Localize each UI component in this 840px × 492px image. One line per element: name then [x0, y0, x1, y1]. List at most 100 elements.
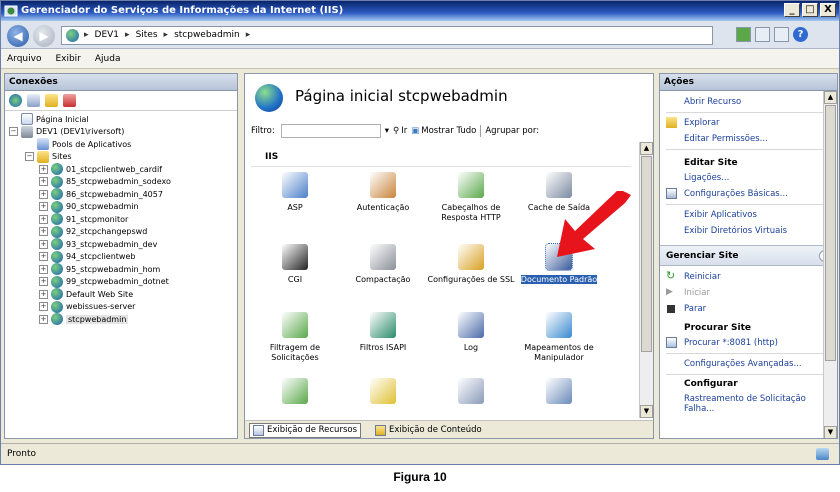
show-all-button[interactable]: ▣ Mostrar Tudo [411, 126, 476, 136]
action-edit-permissions[interactable]: Editar Permissões... [660, 131, 837, 147]
feature-item[interactable]: Filtragem de Solicitações [251, 312, 339, 363]
tree-expander-icon[interactable]: + [39, 214, 48, 224]
mail-icon[interactable] [755, 27, 770, 42]
help-icon[interactable]: ? [793, 27, 808, 42]
action-start[interactable]: ▶ Iniciar [660, 285, 837, 301]
tree-node[interactable]: +99_stcpwebadmin_dotnet [9, 275, 237, 289]
network-icon[interactable] [736, 27, 751, 42]
action-bindings[interactable]: Ligações... [660, 170, 837, 186]
action-view-applications[interactable]: Exibir Aplicativos [660, 207, 837, 223]
feature-item[interactable]: Autenticação [339, 172, 427, 213]
manage-site-title[interactable]: Gerenciar Site ⌃ [660, 245, 837, 266]
go-button[interactable]: ⚲ Ir [393, 126, 407, 136]
forward-button[interactable]: ▶ [33, 25, 55, 47]
tree-expander-icon[interactable]: + [39, 239, 48, 249]
tree-node[interactable]: +94_stcpclientweb [9, 250, 237, 264]
tree-expander-icon[interactable]: + [39, 289, 48, 299]
tree-node[interactable]: +85_stcpwebadmin_sodexo [9, 175, 237, 189]
scroll-thumb[interactable] [825, 105, 836, 361]
action-stop[interactable]: Parar [660, 301, 837, 317]
feature-item[interactable]: Mapeamentos de Manipulador [515, 312, 603, 363]
tree-node[interactable]: − Sites [9, 150, 237, 164]
tree-node[interactable]: +91_stcpmonitor [9, 213, 237, 226]
tree-expander-icon[interactable]: + [39, 252, 48, 262]
action-view-virtual-dirs[interactable]: Exibir Diretórios Virtuais [660, 223, 837, 239]
action-restart[interactable]: ↻ Reiniciar [660, 269, 837, 285]
tree-node[interactable]: + webissues-server [9, 300, 237, 314]
action-basic-settings[interactable]: Configurações Básicas... [660, 186, 837, 202]
tree-expander-icon[interactable]: + [39, 314, 48, 324]
crumb-server[interactable]: DEV1 [95, 30, 120, 40]
feature-item[interactable] [251, 378, 339, 409]
back-button[interactable]: ◀ [7, 25, 29, 47]
tree-node[interactable]: Página Inicial [9, 113, 237, 126]
feature-item[interactable] [339, 378, 427, 409]
maximize-button[interactable]: □ [802, 3, 818, 17]
disconnect-icon[interactable] [63, 94, 76, 107]
filter-dropdown-icon[interactable]: ▾ [385, 126, 389, 136]
action-advanced-settings[interactable]: Configurações Avançadas... [660, 356, 837, 372]
tree-expander-icon[interactable]: + [39, 202, 48, 212]
tree-expander-icon[interactable]: − [9, 127, 18, 137]
menu-file[interactable]: Arquivo [7, 54, 41, 64]
tree-node[interactable]: + stcpwebadmin [9, 313, 237, 326]
feature-item[interactable]: Filtros ISAPI [339, 312, 427, 353]
action-label: Exibir Diretórios Virtuais [684, 226, 788, 236]
connect-globe-icon[interactable] [9, 94, 22, 107]
tree-expander-icon[interactable]: − [25, 152, 34, 162]
close-button[interactable]: X [820, 3, 836, 17]
filter-input[interactable] [280, 124, 381, 138]
title-bar[interactable]: Gerenciador do Serviços de Informações d… [1, 1, 839, 21]
action-open-feature[interactable]: Abrir Recurso [660, 94, 837, 110]
scroll-thumb[interactable] [641, 156, 652, 352]
minimize-button[interactable]: _ [784, 3, 800, 17]
tree-node[interactable]: +01_stcpclientweb_cardif [9, 163, 237, 176]
feature-item[interactable]: Cabeçalhos de Resposta HTTP [427, 172, 515, 223]
tree-expander-icon[interactable]: + [39, 302, 48, 312]
menu-help[interactable]: Ajuda [95, 54, 121, 64]
tree-expander-icon[interactable]: + [39, 264, 48, 274]
tree-expander-icon[interactable]: + [39, 277, 48, 287]
actions-scrollbar[interactable]: ▲ ▼ [823, 91, 837, 438]
action-separator [666, 112, 831, 113]
tree-node[interactable]: − DEV1 (DEV1\riversoft) [9, 125, 237, 139]
features-scrollbar[interactable]: ▲ ▼ [639, 142, 653, 418]
feature-item[interactable] [427, 378, 515, 409]
feature-item[interactable] [515, 378, 603, 409]
action-explore[interactable]: Explorar [660, 115, 837, 131]
up-folder-icon[interactable] [45, 94, 58, 107]
group-by-dropdown[interactable]: Agrupar por: [485, 126, 539, 136]
scroll-down-icon[interactable]: ▼ [640, 405, 653, 418]
home-icon[interactable] [774, 27, 789, 42]
feature-item[interactable]: Configurações de SSL [427, 244, 515, 285]
menu-view[interactable]: Exibir [55, 54, 80, 64]
tree-node[interactable]: +90_stcpwebadmin [9, 200, 237, 214]
crumb-sites[interactable]: Sites [136, 30, 158, 40]
address-box[interactable]: ▸ DEV1 ▸ Sites ▸ stcpwebadmin ▸ [61, 26, 713, 45]
feature-item[interactable]: ASP [251, 172, 339, 213]
scroll-down-icon[interactable]: ▼ [824, 426, 837, 438]
feature-label: CGI [287, 275, 303, 284]
tab-content-view[interactable]: Exibição de Conteúdo [371, 423, 486, 438]
scroll-up-icon[interactable]: ▲ [640, 142, 653, 155]
tree-node[interactable]: Pools de Aplicativos [9, 138, 237, 151]
feature-item[interactable]: Log [427, 312, 515, 353]
tab-features-view[interactable]: Exibição de Recursos [249, 422, 361, 438]
save-icon[interactable] [27, 94, 40, 107]
crumb-site[interactable]: stcpwebadmin [174, 30, 240, 40]
tree-node[interactable]: +95_stcpwebadmin_hom [9, 263, 237, 276]
tree-node[interactable]: +86_stcpwebadmin_4057 [9, 188, 237, 201]
tree-node[interactable]: +92_stcpchangepswd [9, 225, 237, 239]
action-failed-request-tracing[interactable]: Rastreamento de Solicitação Falha... [660, 391, 837, 417]
tree-expander-icon[interactable]: + [39, 227, 48, 237]
tree-node-label: Pools de Aplicativos [52, 139, 132, 149]
action-browse[interactable]: Procurar *:8081 (http) [660, 335, 837, 351]
tree-node[interactable]: +93_stcpwebadmin_dev [9, 238, 237, 251]
tree-expander-icon[interactable]: + [39, 164, 48, 174]
feature-item[interactable]: CGI [251, 244, 339, 285]
feature-item[interactable]: Compactação [339, 244, 427, 285]
tree-expander-icon[interactable]: + [39, 177, 48, 187]
tree-expander-icon[interactable]: + [39, 189, 48, 199]
tree-node[interactable]: + Default Web Site [9, 288, 237, 301]
scroll-up-icon[interactable]: ▲ [824, 91, 837, 104]
